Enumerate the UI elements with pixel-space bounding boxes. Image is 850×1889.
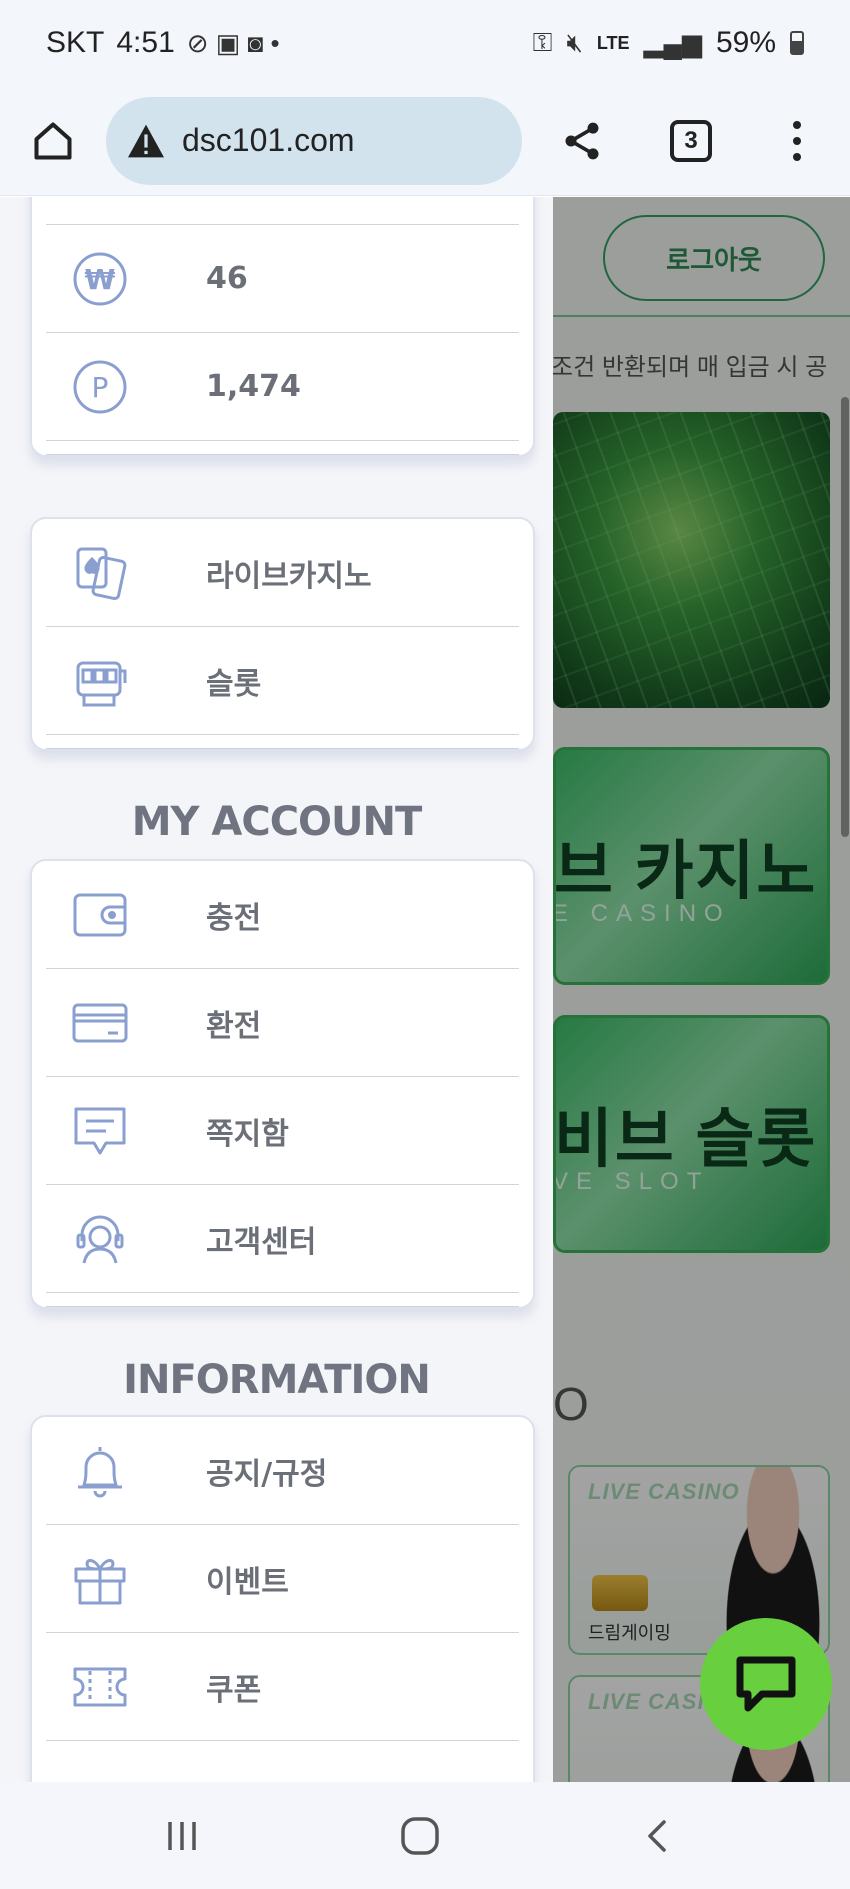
cash-balance-row: ₩ 46 — [46, 225, 519, 333]
url-text: dsc101.com — [182, 122, 355, 158]
chat-button[interactable] — [700, 1618, 832, 1750]
recent-apps-button[interactable] — [142, 1806, 222, 1866]
warning-icon — [128, 124, 164, 157]
recent-apps-icon — [168, 1822, 196, 1850]
network-type: LTE — [596, 32, 630, 53]
back-chevron-icon — [648, 1820, 666, 1852]
drawer-backdrop[interactable] — [553, 197, 850, 1782]
battery-level: 59% — [715, 26, 776, 59]
share-button[interactable] — [550, 104, 614, 178]
information-title: INFORMATION — [123, 1357, 431, 1403]
ticket-icon — [72, 1659, 128, 1715]
menu-label: 라이브카지노 — [206, 558, 372, 594]
menu-label: 환전 — [206, 1008, 262, 1044]
share-icon — [565, 122, 599, 160]
menu-item-notice[interactable]: 공지/규정 — [46, 1417, 519, 1525]
side-drawer: ₩ 46 P 1,474 라이브카지노 슬롯 MY ACCOUNT 충전 환전 … — [0, 197, 553, 1782]
bell-icon — [72, 1443, 128, 1499]
menu-label: 쿠폰 — [206, 1672, 262, 1708]
information-card: 공지/규정 이벤트 쿠폰 — [30, 1415, 535, 1782]
menu-item-live-casino[interactable]: 라이브카지노 — [46, 519, 519, 627]
more-menu-button[interactable] — [772, 104, 822, 178]
dot-icon — [793, 137, 801, 145]
won-symbol: ₩ — [85, 263, 116, 296]
my-account-title: MY ACCOUNT — [131, 799, 423, 845]
cash-amount: 46 — [206, 261, 248, 296]
menu-label: 이벤트 — [206, 1564, 289, 1600]
dot-icon — [793, 121, 801, 129]
support-icon — [72, 1211, 128, 1267]
carrier: SKT — [46, 26, 105, 59]
point-symbol: P — [92, 371, 109, 404]
system-nav-bar — [0, 1782, 850, 1889]
home-icon — [34, 121, 72, 160]
dot-icon — [793, 153, 801, 161]
menu-item-deposit[interactable]: 충전 — [46, 861, 519, 969]
status-bar: SKT 4:51 ⊘ ▣ ◙ • ⚿ 🔇︎ LTE ▂▄▆ 59% — [0, 0, 850, 86]
my-account-card: 충전 환전 쪽지함 고객센터 — [30, 859, 535, 1309]
slot-machine-icon — [72, 653, 128, 709]
menu-label: 고객센터 — [206, 1224, 317, 1260]
menu-label: 쪽지함 — [206, 1116, 289, 1152]
tab-count: 3 — [670, 120, 712, 162]
menu-item-event[interactable]: 이벤트 — [46, 1525, 519, 1633]
clock: 4:51 — [116, 26, 175, 59]
signal-icon: ▂▄▆ — [643, 27, 702, 58]
menu-item-messages[interactable]: 쪽지함 — [46, 1077, 519, 1185]
home-nav-button[interactable] — [380, 1806, 460, 1866]
back-button[interactable] — [618, 1806, 698, 1866]
menu-item-withdraw[interactable]: 환전 — [46, 969, 519, 1077]
battery-icon — [790, 31, 804, 55]
menu-item-support[interactable]: 고객센터 — [46, 1185, 519, 1293]
home-button[interactable] — [0, 86, 106, 196]
mute-icon: 🔇︎ — [566, 27, 583, 57]
notification-icons: ⊘ ▣ ◙ • — [186, 27, 280, 58]
menu-item-slot[interactable]: 슬롯 — [46, 627, 519, 735]
message-icon — [72, 1103, 128, 1159]
cards-icon — [72, 545, 128, 601]
gift-icon — [72, 1551, 128, 1607]
wallet-icon — [72, 887, 128, 943]
url-bar[interactable]: dsc101.com — [106, 96, 522, 185]
point-amount: 1,474 — [206, 369, 301, 404]
chat-bubble-icon — [736, 1656, 796, 1712]
won-icon: ₩ — [72, 251, 128, 307]
menu-label: 공지/규정 — [206, 1456, 328, 1492]
tabs-button[interactable]: 3 — [664, 104, 718, 178]
menu-label: 슬롯 — [206, 666, 262, 702]
games-card: 라이브카지노 슬롯 — [30, 517, 535, 751]
point-balance-row: P 1,474 — [46, 333, 519, 441]
web-content: 로그아웃 조건 반환되며 매 입금 시 공 브 카지노 E CASINO 비브 … — [0, 197, 850, 1782]
balance-card: ₩ 46 P 1,474 — [30, 197, 535, 457]
menu-item-coupon[interactable]: 쿠폰 — [46, 1633, 519, 1741]
card-icon — [72, 995, 128, 1051]
browser-toolbar: dsc101.com 3 — [0, 86, 850, 196]
menu-label: 충전 — [206, 900, 262, 936]
home-circle-icon — [401, 1817, 439, 1855]
key-icon: ⚿ — [532, 27, 553, 57]
point-icon: P — [72, 359, 128, 415]
